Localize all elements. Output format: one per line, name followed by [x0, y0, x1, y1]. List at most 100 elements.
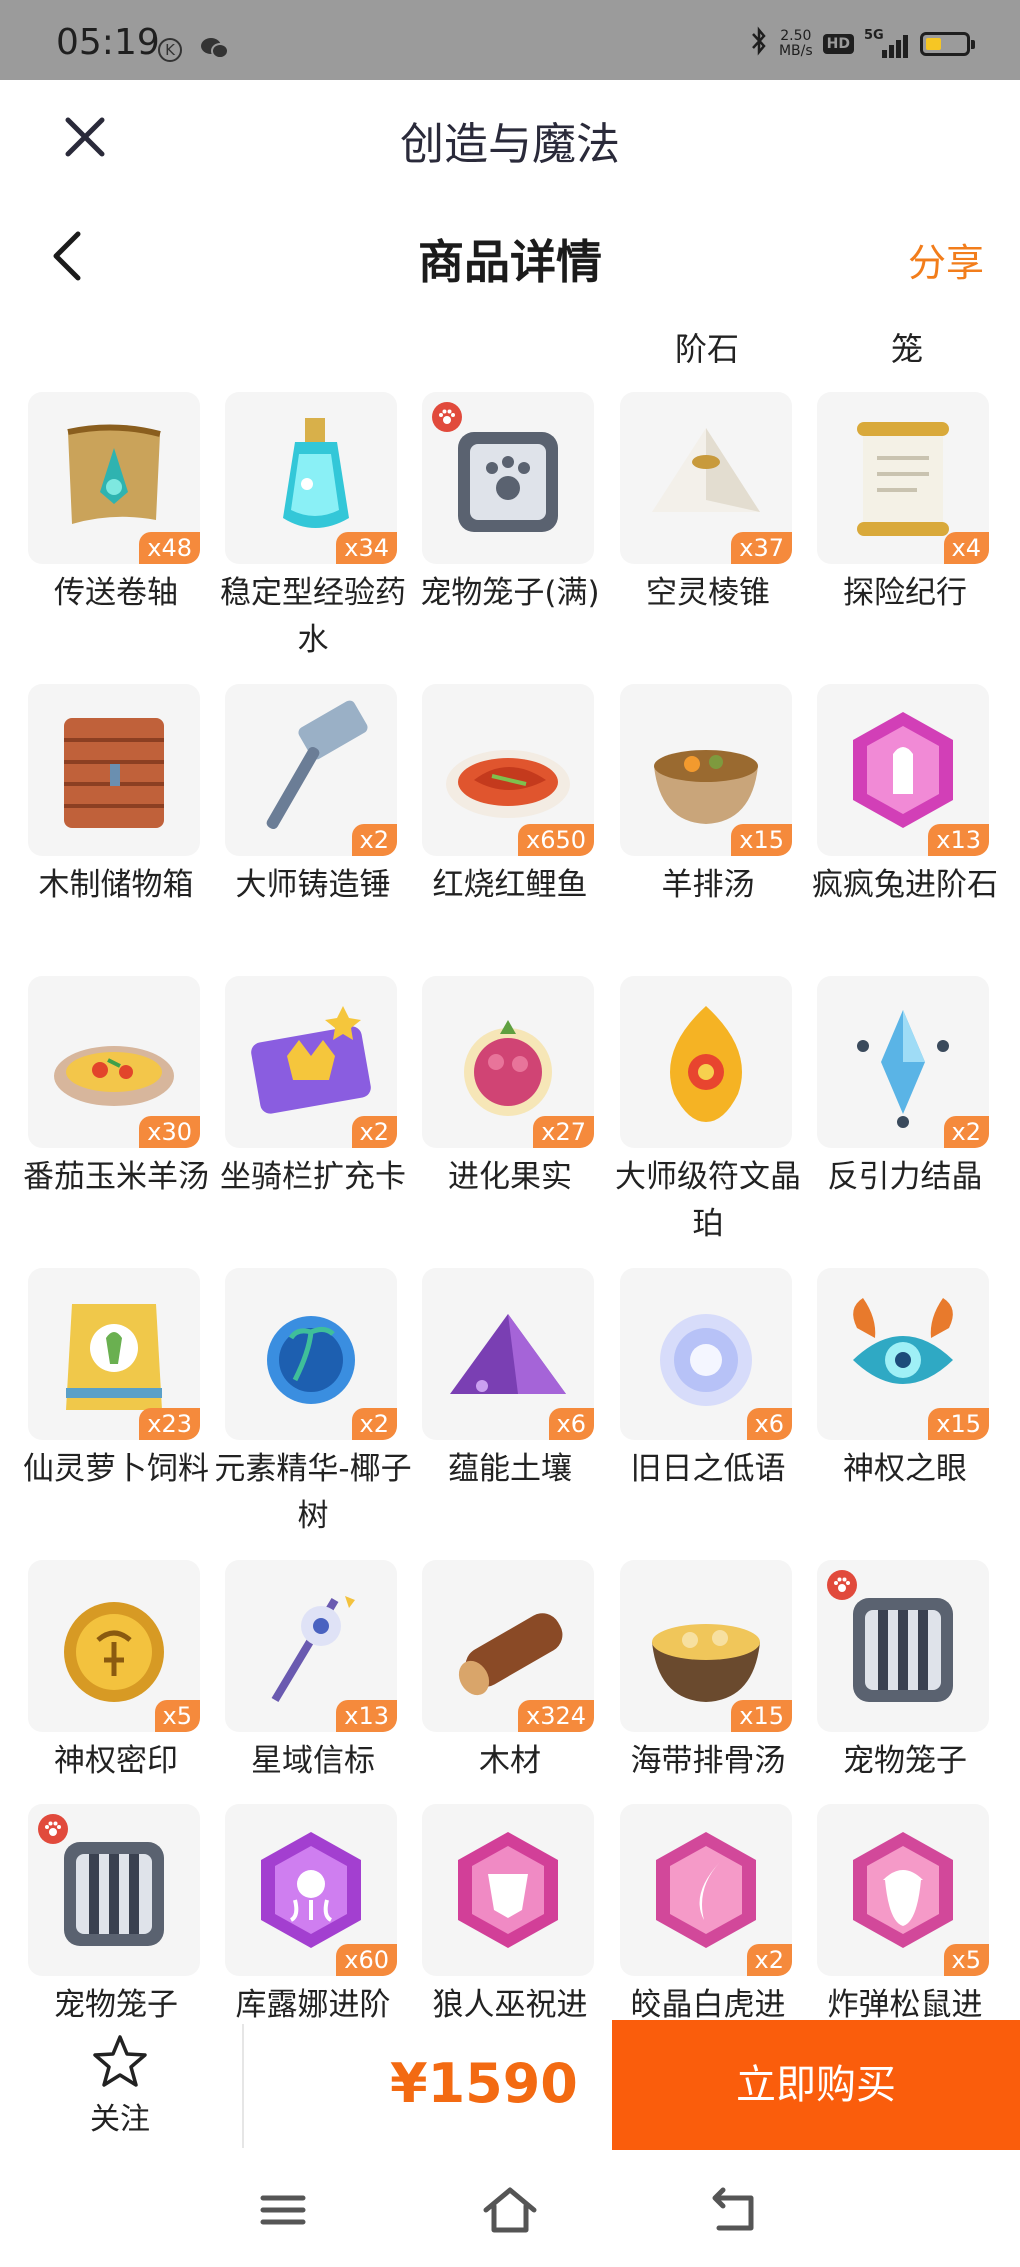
item-tile: x2 [225, 684, 397, 856]
item-name: 仙灵萝卜饲料 [23, 1451, 209, 1487]
menu-icon[interactable] [253, 2182, 313, 2238]
network-speed-unit: MB/s [778, 43, 813, 59]
navigation-bar [0, 2152, 1020, 2267]
item-name: 疯疯兔进阶石 [812, 867, 998, 903]
back-icon[interactable] [707, 2182, 767, 2238]
page-title: 商品详情 [418, 235, 602, 289]
wooden-chest-icon [64, 718, 164, 828]
quantity-badge: x6 [548, 1408, 594, 1440]
item-tile [422, 392, 594, 564]
item-tile: x15 [620, 684, 792, 856]
item-name: 反引力结晶 [827, 1159, 983, 1195]
item-name: 海带排骨汤 [630, 1743, 786, 1779]
item-tile [620, 976, 792, 1148]
battery-icon [920, 32, 975, 56]
home-icon[interactable] [480, 2182, 540, 2238]
item-tile [28, 1804, 200, 1976]
quantity-badge: x15 [928, 1408, 989, 1440]
quantity-badge: x650 [517, 824, 594, 856]
item-tile: x2 [817, 976, 989, 1148]
item-tile: x6 [422, 1268, 594, 1440]
quantity-badge: x37 [731, 532, 792, 564]
item-name: 元素精华-椰子树 [214, 1451, 412, 1534]
item-name: 宠物笼子(满) [420, 575, 600, 611]
quantity-badge: x13 [928, 824, 989, 856]
signal-icon: 5G [864, 28, 910, 60]
follow-button[interactable]: 关注 [60, 2032, 180, 2142]
quantity-badge: x30 [139, 1116, 200, 1148]
item-tile: x6 [620, 1268, 792, 1440]
paw-badge-icon [38, 1814, 68, 1844]
item-name: 宠物笼子 [843, 1743, 967, 1779]
item-tile: x324 [422, 1560, 594, 1732]
quantity-badge: x60 [336, 1944, 397, 1976]
quantity-badge: x27 [533, 1116, 594, 1148]
item-name: 神权密印 [54, 1743, 178, 1779]
item-name: 旧日之低语 [630, 1451, 786, 1487]
signal-label: 5G [864, 28, 884, 43]
quantity-badge: x23 [139, 1408, 200, 1440]
quantity-badge: x5 [943, 1944, 989, 1976]
item-tile: x13 [225, 1560, 397, 1732]
item-tile: x30 [28, 976, 200, 1148]
share-button[interactable]: 分享 [908, 232, 984, 287]
item-name: 狼人巫祝进 [432, 1987, 588, 2022]
item-name: 稳定型经验药水 [220, 575, 406, 658]
mask-gem-icon [458, 1832, 558, 1948]
item-tile [28, 684, 200, 856]
star-icon [93, 2035, 147, 2087]
hd-badge: HD [822, 34, 854, 54]
item-name: 木材 [479, 1743, 541, 1779]
item-name: 大师铸造锤 [235, 867, 391, 903]
item-name: 传送卷轴 [54, 575, 178, 611]
item-name: 番茄玉米羊汤 [23, 1159, 209, 1195]
item-name: 坐骑栏扩充卡 [220, 1159, 406, 1195]
item-tile: x2 [225, 976, 397, 1148]
prev-row-label: 阶石 [674, 330, 739, 368]
quantity-badge: x13 [336, 1700, 397, 1732]
item-name: 宠物笼子 [54, 1987, 178, 2022]
action-bar: 关注 ¥1590 立即购买 [0, 2020, 1020, 2152]
item-tile: x34 [225, 392, 397, 564]
item-tile: x5 [28, 1560, 200, 1732]
app-title: 创造与魔法 [400, 119, 620, 170]
status-icons: 2.50 MB/s HD 5G [749, 26, 975, 63]
divider [242, 2024, 244, 2148]
item-name: 空灵棱锥 [646, 575, 770, 611]
item-tile: x15 [817, 1268, 989, 1440]
item-name: 星域信标 [251, 1743, 375, 1779]
item-name: 木制储物箱 [38, 867, 194, 903]
item-name: 大师级符文晶珀 [615, 1159, 801, 1242]
quantity-badge: x5 [154, 1700, 200, 1732]
wechat-icon [201, 38, 229, 59]
item-tile [422, 1804, 594, 1976]
bluetooth-icon [749, 26, 769, 63]
follow-label: 关注 [90, 2102, 150, 2137]
item-tile: x4 [817, 392, 989, 564]
quantity-badge: x34 [336, 532, 397, 564]
network-speed: 2.50 MB/s [779, 29, 813, 59]
prev-row-label: 笼 [890, 330, 923, 368]
paw-badge-icon [432, 402, 462, 432]
k-badge-icon: K [158, 38, 182, 62]
item-name: 神权之眼 [843, 1451, 967, 1487]
paw-badge-icon [827, 1570, 857, 1600]
item-name: 库露娜进阶 [235, 1987, 391, 2022]
item-tile: x15 [620, 1560, 792, 1732]
item-tile: x37 [620, 392, 792, 564]
item-name: 炸弹松鼠进 [827, 1987, 983, 2022]
item-tile: x27 [422, 976, 594, 1148]
item-tile: x2 [225, 1268, 397, 1440]
buy-now-button[interactable]: 立即购买 [612, 2020, 1020, 2150]
price: ¥1590 [390, 2052, 578, 2115]
item-name: 红烧红鲤鱼 [432, 867, 588, 903]
quantity-badge: x15 [731, 824, 792, 856]
network-speed-value: 2.50 [780, 28, 812, 44]
quantity-badge: x2 [351, 1116, 397, 1148]
quantity-badge: x48 [139, 532, 200, 564]
item-name: 进化果实 [448, 1159, 572, 1195]
quantity-badge: x2 [943, 1116, 989, 1148]
status-bar: 05:19 K 2.50 MB/s HD 5G [0, 0, 1020, 80]
items-grid: 阶石 笼 x48 传送卷轴 x34 稳定型经验药水 宠物笼子(满) x37 空灵棱锥 x4 探险… [0, 312, 1020, 2022]
item-name: 羊排汤 [661, 867, 755, 903]
